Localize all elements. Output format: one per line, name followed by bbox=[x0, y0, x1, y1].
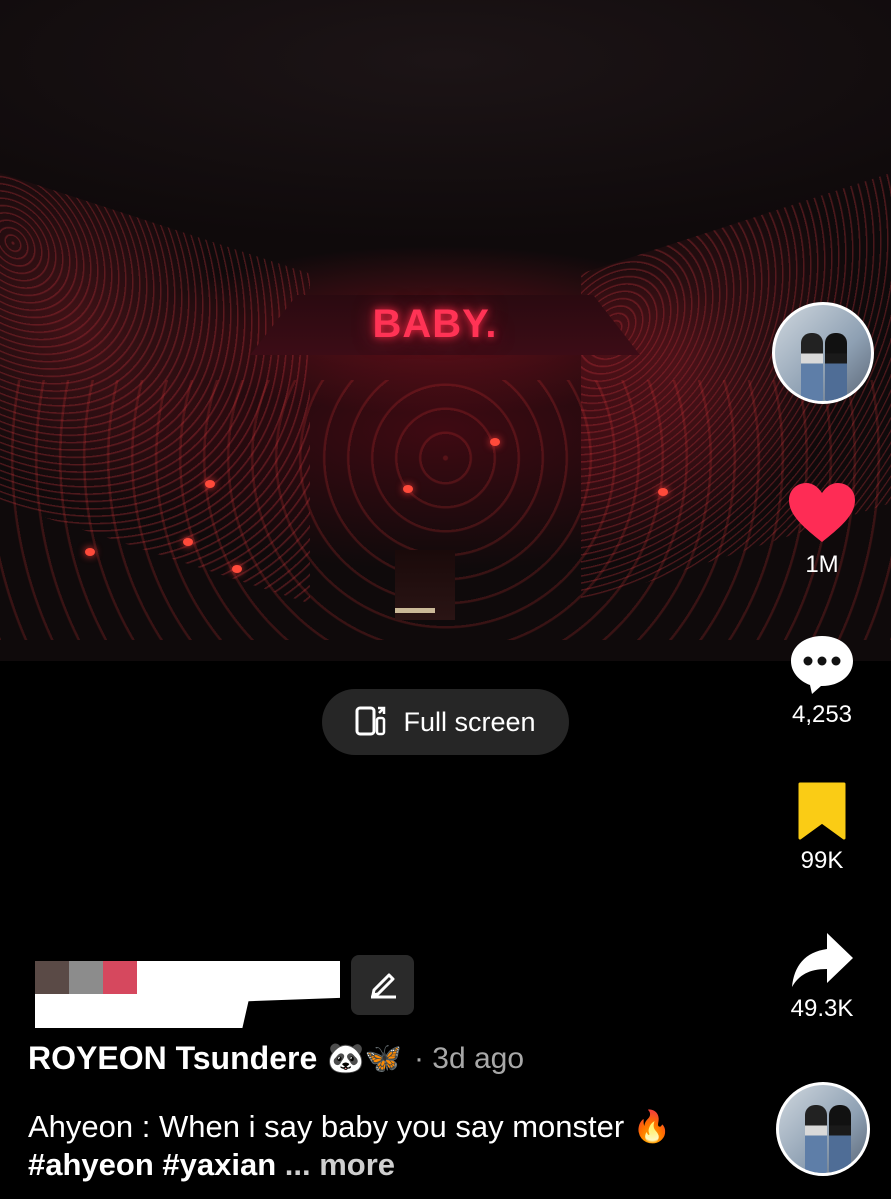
color-swatch bbox=[35, 961, 69, 994]
share-button[interactable]: 49.3K bbox=[767, 930, 877, 1023]
bookmark-count: 99K bbox=[800, 847, 844, 874]
like-button[interactable]: 1M bbox=[767, 482, 877, 579]
comment-button[interactable]: 4,253 bbox=[767, 632, 877, 729]
author-emojis: 🐼🦋 bbox=[327, 1042, 402, 1075]
bookmark-icon bbox=[796, 782, 848, 846]
color-swatch bbox=[103, 961, 137, 994]
heart-icon bbox=[787, 483, 857, 550]
stage-text: BABY. bbox=[372, 302, 498, 346]
stage-runway bbox=[395, 550, 455, 620]
video-player[interactable]: BABY. bbox=[0, 0, 891, 661]
pencil-icon bbox=[366, 966, 400, 1005]
lightstick bbox=[403, 485, 413, 493]
fullscreen-icon bbox=[355, 704, 389, 741]
more-link[interactable]: ... more bbox=[285, 1147, 395, 1182]
bookmark-button[interactable]: 99K bbox=[767, 782, 877, 875]
caption[interactable]: Ahyeon : When i say baby you say monster… bbox=[28, 1108, 748, 1184]
color-swatch bbox=[69, 961, 103, 994]
like-count: 1M bbox=[805, 551, 839, 578]
lightstick bbox=[183, 538, 193, 546]
hashtag[interactable]: #yaxian bbox=[162, 1147, 276, 1182]
lightstick bbox=[205, 480, 215, 488]
share-count: 49.3K bbox=[790, 995, 854, 1022]
creator-avatar[interactable] bbox=[772, 302, 874, 404]
lightstick bbox=[490, 438, 500, 446]
author-name[interactable]: ROYEON Tsundere bbox=[28, 1040, 317, 1077]
fullscreen-label: Full screen bbox=[403, 706, 536, 737]
fire-emoji: 🔥 bbox=[632, 1109, 672, 1144]
share-arrow-icon bbox=[789, 933, 855, 994]
comment-icon bbox=[788, 636, 856, 700]
post-time: · 3d ago bbox=[413, 1041, 525, 1075]
lightstick bbox=[658, 488, 668, 496]
author-line: ROYEON Tsundere 🐼🦋 · 3d ago bbox=[28, 1040, 524, 1077]
caption-text: Ahyeon : When i say baby you say monster bbox=[28, 1109, 625, 1144]
fullscreen-button[interactable]: Full screen bbox=[322, 689, 569, 755]
edit-button[interactable] bbox=[351, 955, 414, 1015]
sound-avatar[interactable] bbox=[776, 1082, 870, 1176]
hashtag[interactable]: #ahyeon bbox=[28, 1147, 154, 1182]
lightstick bbox=[85, 548, 95, 556]
lightstick bbox=[232, 565, 242, 573]
comment-count: 4,253 bbox=[791, 701, 853, 728]
